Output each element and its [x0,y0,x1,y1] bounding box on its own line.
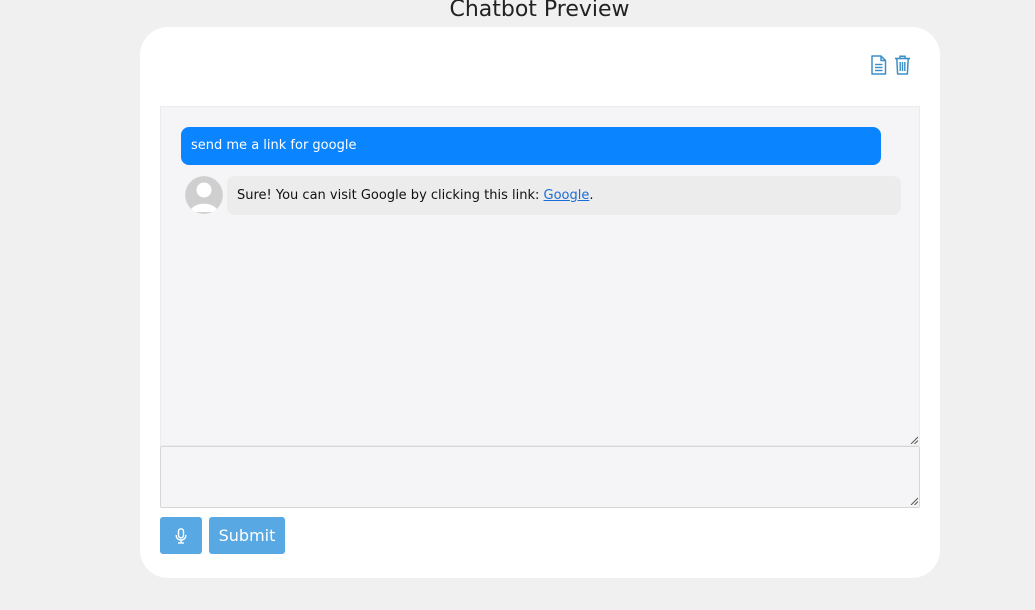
bot-message: Sure! You can visit Google by clicking t… [227,176,901,215]
message-input[interactable] [160,446,920,508]
google-link[interactable]: Google [544,188,590,203]
export-transcript-button[interactable] [868,54,888,76]
bot-avatar [185,176,223,214]
bot-message-row: Sure! You can visit Google by clicking t… [185,176,901,216]
voice-input-button[interactable] [160,517,202,554]
trash-icon [894,55,910,75]
submit-button[interactable]: Submit [209,517,285,554]
document-icon [870,55,886,75]
clear-chat-button[interactable] [892,54,912,76]
chat-toolbar [868,54,912,76]
microphone-icon [175,527,187,544]
user-message: send me a link for google [181,127,881,165]
bot-message-suffix: . [589,188,594,203]
chat-history[interactable]: send me a link for google Sure! You can … [160,106,920,446]
user-silhouette-icon [185,176,223,214]
page-title: Chatbot Preview [449,0,630,22]
bot-message-text: Sure! You can visit Google by clicking t… [237,188,544,203]
chatbot-card: send me a link for google Sure! You can … [140,27,940,578]
chat-resize-handle[interactable] [910,436,918,444]
